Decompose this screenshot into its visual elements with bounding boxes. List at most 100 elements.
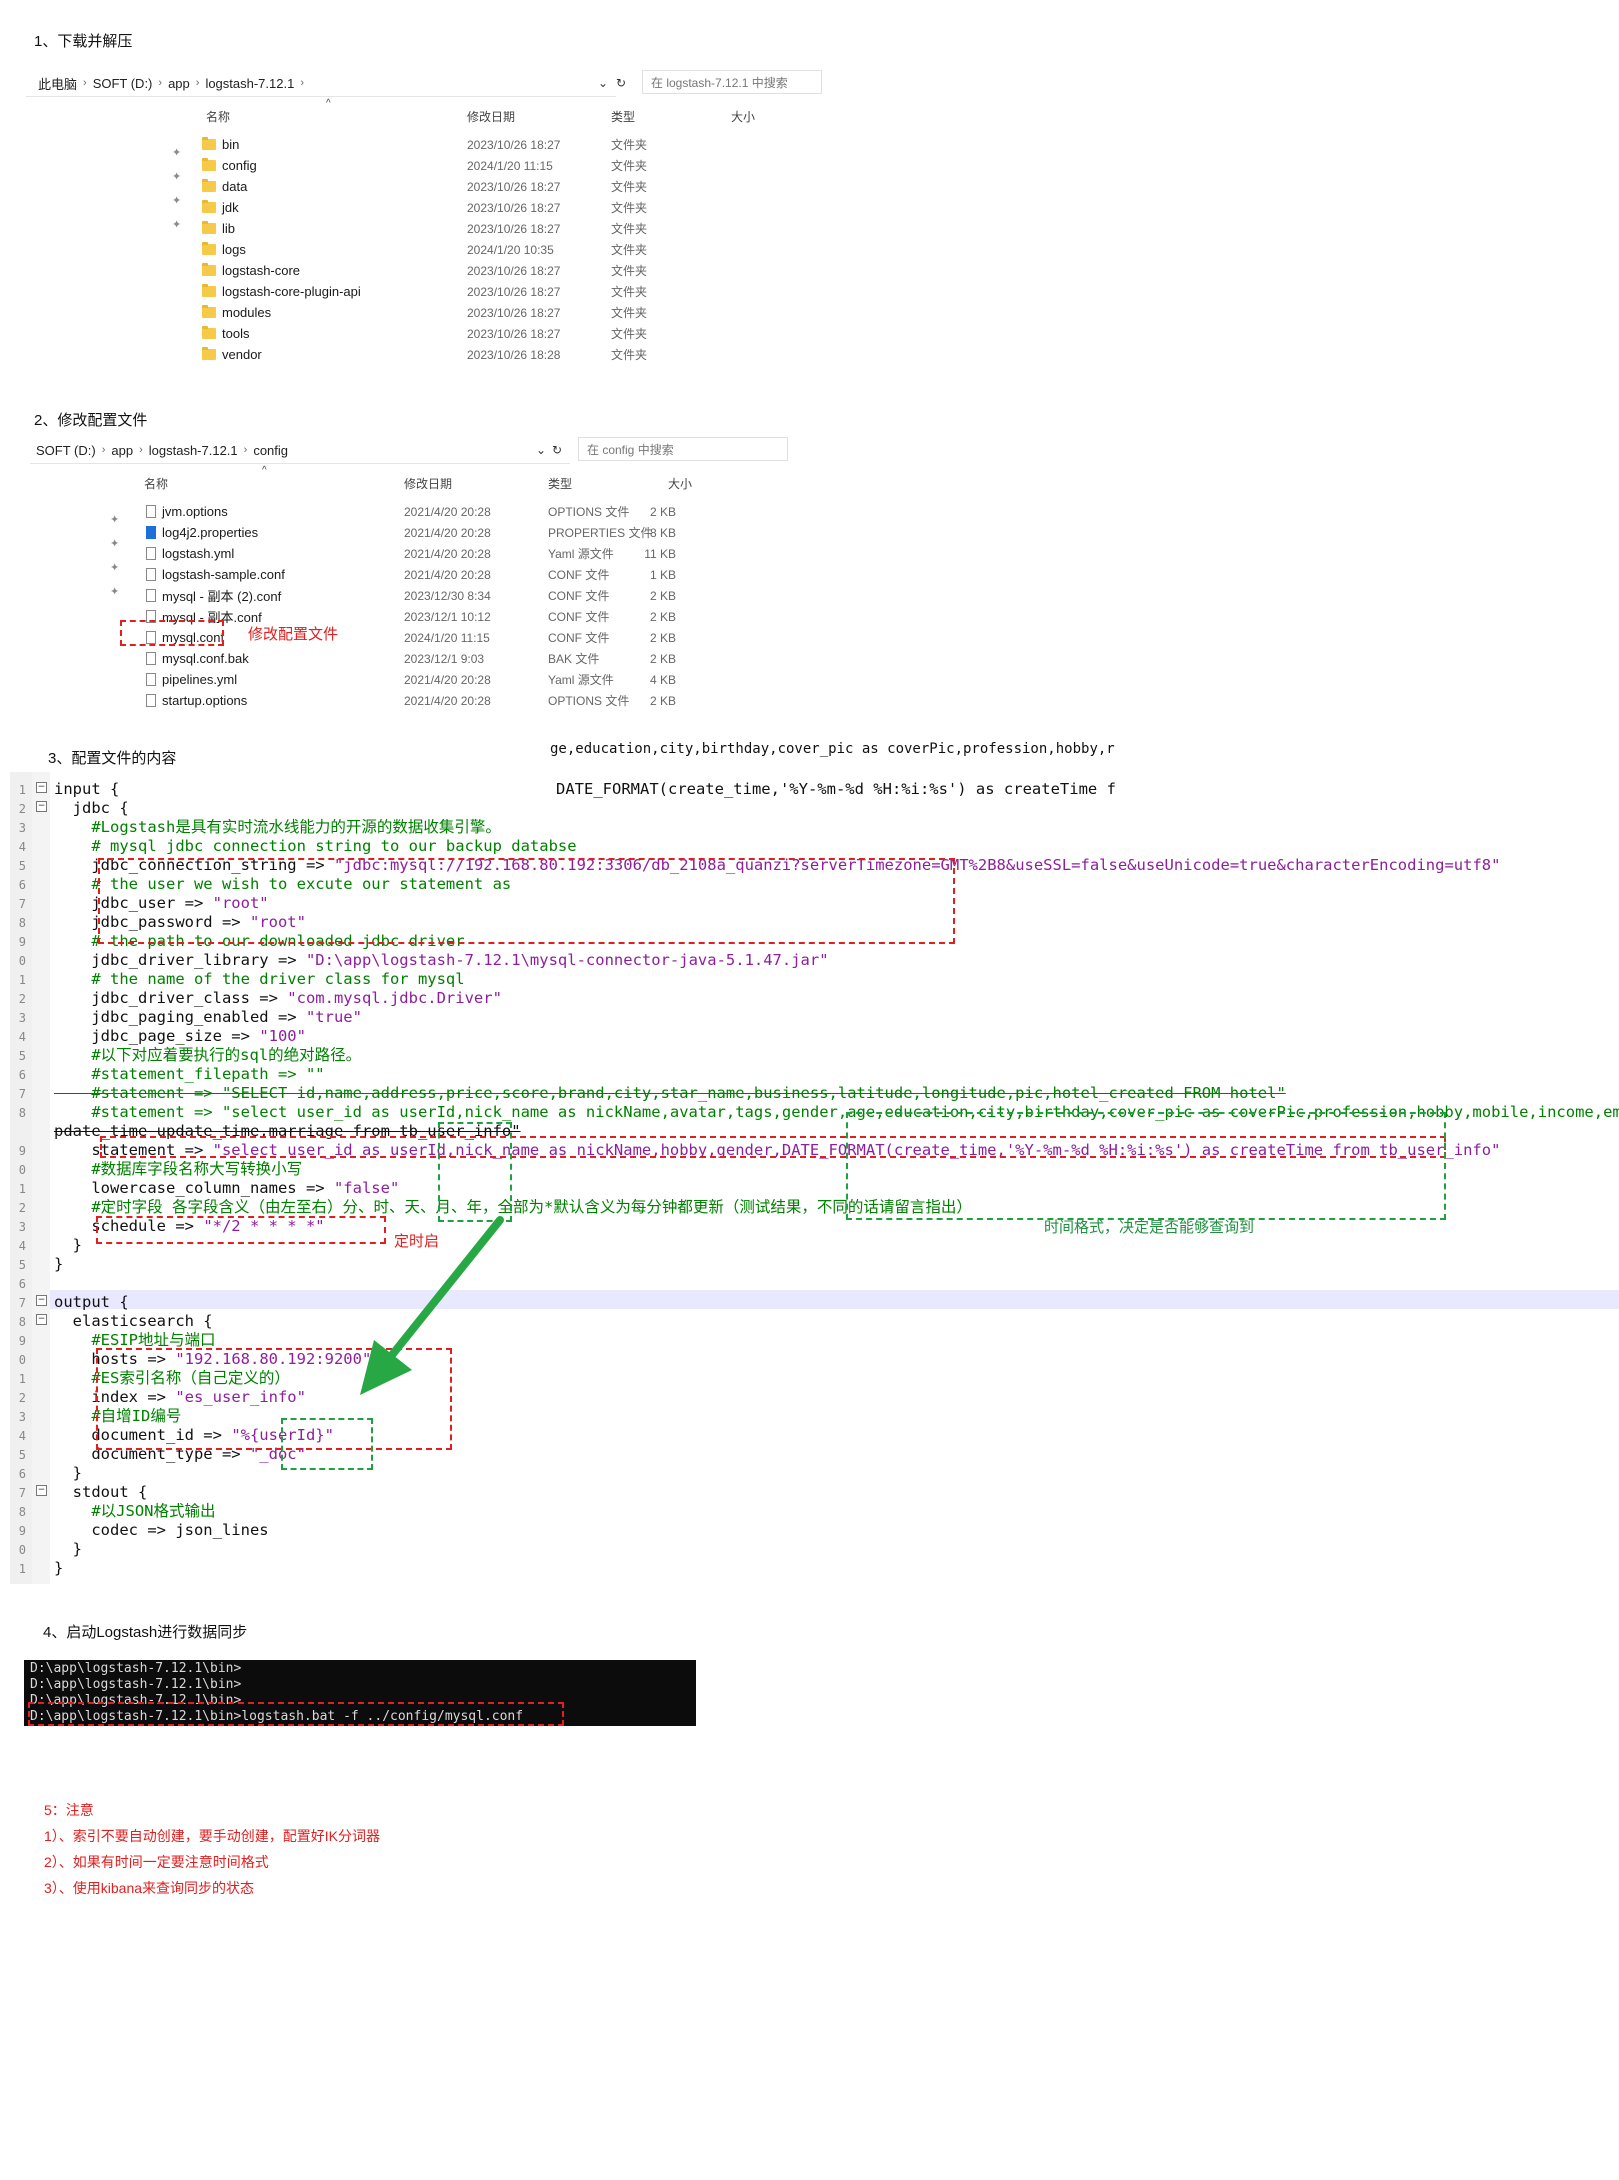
- file-size: 11 KB: [644, 546, 676, 561]
- file-name: data: [222, 179, 248, 194]
- folder-icon: [202, 137, 216, 150]
- col-size[interactable]: 大小: [668, 475, 692, 492]
- file-date: 2024/1/20 11:15: [467, 158, 553, 173]
- file-row-1[interactable]: config 2024/1/20 11:15 文件夹: [202, 155, 802, 176]
- file-type: OPTIONS 文件: [548, 505, 630, 519]
- file-row-8[interactable]: modules 2023/10/26 18:27 文件夹: [202, 302, 802, 323]
- col-date[interactable]: 修改日期: [467, 108, 515, 125]
- col-size[interactable]: 大小: [731, 108, 755, 125]
- file-date: 2023/10/26 18:27: [467, 137, 561, 152]
- code-line: jdbc_driver_library => "D:\app\logstash-…: [54, 951, 829, 969]
- current-line-highlight: [50, 1290, 1619, 1309]
- file-date: 2024/1/20 10:35: [467, 242, 554, 257]
- breadcrumb-3[interactable]: config: [253, 443, 288, 458]
- breadcrumb-0[interactable]: SOFT (D:): [36, 443, 96, 458]
- refresh-icon[interactable]: ↻: [616, 76, 626, 90]
- chevron-right-icon: ›: [139, 444, 143, 456]
- file-icon: [146, 694, 156, 707]
- file-row-5[interactable]: mysql - 副本.conf 2023/12/1 10:12 CONF 文件 2 K…: [146, 606, 766, 627]
- fold-toggle-icon[interactable]: −: [36, 782, 47, 793]
- file-type: 文件夹: [611, 264, 648, 278]
- fold-toggle-icon[interactable]: −: [36, 1485, 47, 1496]
- line-number: 2: [18, 1201, 26, 1215]
- file-row-0[interactable]: jvm.options 2021/4/20 20:28 OPTIONS 文件 2 KB: [146, 501, 766, 522]
- code-overflow-top-2: DATE_FORMAT(create_time,'%Y-%m-%d %H:%i:…: [556, 780, 1116, 798]
- col-name[interactable]: 名称: [206, 108, 230, 125]
- line-number-gutter: [10, 772, 32, 1584]
- file-row-6[interactable]: mysql.conf 2024/1/20 11:15 CONF 文件 2 KB: [146, 627, 766, 648]
- breadcrumb-1[interactable]: SOFT (D:): [93, 76, 153, 91]
- file-row-7[interactable]: logstash-core-plugin-api 2023/10/26 18:27…: [202, 281, 802, 302]
- line-number: 0: [18, 1543, 26, 1557]
- file-row-5[interactable]: logs 2024/1/20 10:35 文件夹: [202, 239, 802, 260]
- address-bar[interactable]: SOFT (D:) › app › logstash-7.12.1 › config …: [30, 437, 570, 464]
- file-row-10[interactable]: vendor 2023/10/26 18:28 文件夹: [202, 344, 802, 365]
- file-row-1[interactable]: log4j2.properties 2021/4/20 20:28 PROPERTI…: [146, 522, 766, 543]
- file-row-2[interactable]: logstash.yml 2021/4/20 20:28 Yaml 源文件 11 KB: [146, 543, 766, 564]
- file-icon: [146, 526, 156, 539]
- breadcrumb-0[interactable]: 此电脑: [38, 74, 77, 93]
- file-row-7[interactable]: mysql.conf.bak 2023/12/1 9:03 BAK 文件 2 KB: [146, 648, 766, 669]
- file-type: 文件夹: [611, 306, 648, 320]
- terminal-line: D:\app\logstash-7.12.1\bin>: [30, 1677, 242, 1692]
- col-date[interactable]: 修改日期: [404, 475, 452, 492]
- file-date: 2021/4/20 20:28: [404, 672, 491, 687]
- file-row-4[interactable]: lib 2023/10/26 18:27 文件夹: [202, 218, 802, 239]
- chevron-right-icon: ›: [195, 77, 200, 89]
- line-number: 6: [18, 1277, 26, 1291]
- file-date: 2021/4/20 20:28: [404, 504, 491, 519]
- file-row-6[interactable]: logstash-core 2023/10/26 18:27 文件夹: [202, 260, 802, 281]
- file-icon: [146, 568, 156, 581]
- chevron-down-icon[interactable]: ⌄: [598, 76, 608, 90]
- chevron-down-icon[interactable]: ⌄: [536, 443, 546, 457]
- col-type[interactable]: 类型: [548, 475, 572, 492]
- file-row-9[interactable]: startup.options 2021/4/20 20:28 OPTIONS 文件…: [146, 690, 766, 711]
- breadcrumb-1[interactable]: app: [111, 443, 133, 458]
- file-row-0[interactable]: bin 2023/10/26 18:27 文件夹: [202, 134, 802, 155]
- file-row-3[interactable]: jdk 2023/10/26 18:27 文件夹: [202, 197, 802, 218]
- file-icon: [146, 589, 156, 602]
- folder-icon: [202, 221, 216, 234]
- file-name: config: [222, 158, 257, 173]
- breadcrumb-2[interactable]: logstash-7.12.1: [149, 443, 238, 458]
- code-line: jdbc_page_size => "100": [54, 1027, 306, 1045]
- col-type[interactable]: 类型: [611, 108, 635, 125]
- fold-toggle-icon[interactable]: −: [36, 1314, 47, 1325]
- line-number: 3: [18, 1410, 26, 1424]
- folder-icon: [202, 326, 216, 339]
- file-row-3[interactable]: logstash-sample.conf 2021/4/20 20:28 CONF …: [146, 564, 766, 585]
- code-line: #以下对应着要执行的sql的绝对路径。: [54, 1046, 362, 1064]
- file-name: startup.options: [162, 693, 248, 708]
- breadcrumb-2[interactable]: app: [168, 76, 190, 91]
- line-number: 5: [18, 1258, 26, 1272]
- file-name: modules: [222, 305, 272, 320]
- code-line: }: [54, 1236, 82, 1254]
- file-size: 2 KB: [649, 693, 676, 708]
- code-line: }: [54, 1464, 82, 1482]
- line-number: 2: [18, 802, 26, 816]
- breadcrumb-3[interactable]: logstash-7.12.1: [205, 76, 294, 91]
- file-name: jvm.options: [162, 504, 228, 519]
- file-type: 文件夹: [611, 180, 648, 194]
- file-row-4[interactable]: mysql - 副本 (2).conf 2023/12/30 8:34 CONF 文…: [146, 585, 766, 606]
- line-number: 6: [18, 1068, 26, 1082]
- address-bar[interactable]: 此电脑 › SOFT (D:) › app › logstash-7.12.1 › ⌄ …: [26, 70, 626, 97]
- col-name[interactable]: 名称: [144, 475, 168, 492]
- step2-heading: 2、修改配置文件: [34, 412, 148, 429]
- folder-icon: [202, 263, 216, 276]
- fold-toggle-icon[interactable]: −: [36, 1295, 47, 1306]
- line-number: 9: [18, 1524, 26, 1538]
- file-row-9[interactable]: tools 2023/10/26 18:27 文件夹: [202, 323, 802, 344]
- code-line: codec => json_lines: [54, 1521, 269, 1539]
- line-number: 4: [18, 1239, 26, 1253]
- step1-heading: 1、下载并解压: [34, 33, 133, 50]
- fold-toggle-icon[interactable]: −: [36, 801, 47, 812]
- search-input[interactable]: 在 logstash-7.12.1 中搜索: [642, 70, 822, 94]
- refresh-icon[interactable]: ↻: [552, 443, 562, 457]
- file-size: 2 KB: [649, 609, 676, 624]
- file-type: Yaml 源文件: [548, 547, 614, 561]
- file-name: logstash-sample.conf: [162, 567, 285, 582]
- file-row-8[interactable]: pipelines.yml 2021/4/20 20:28 Yaml 源文件 4 KB: [146, 669, 766, 690]
- search-input[interactable]: 在 config 中搜索: [578, 437, 788, 461]
- file-row-2[interactable]: data 2023/10/26 18:27 文件夹: [202, 176, 802, 197]
